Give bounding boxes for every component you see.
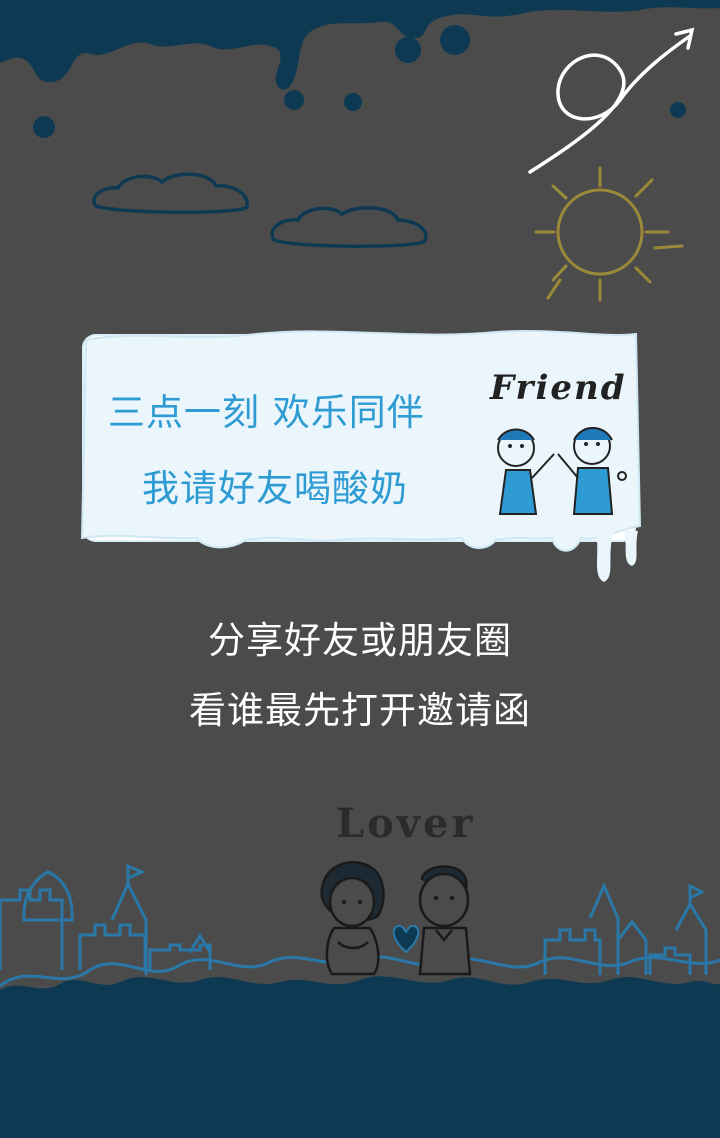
- couple-illustration: [320, 861, 472, 976]
- invitation-card: 三点一刻 欢乐同伴 我请好友喝酸奶 Friend: [80, 330, 642, 582]
- friend-sticker-text: Friend: [490, 368, 627, 408]
- bottom-ground: [0, 976, 720, 1138]
- lover-title: Lover: [336, 800, 476, 847]
- friends-illustration: [497, 427, 627, 515]
- arrow-loop-icon: [528, 27, 695, 174]
- card-title-line1: 三点一刻 欢乐同伴: [108, 391, 425, 434]
- share-instruction-line2: 看谁最先打开邀请函: [189, 689, 531, 732]
- sun-icon: [534, 166, 684, 302]
- card-title-line2: 我请好友喝酸奶: [142, 467, 408, 510]
- share-instruction-line1: 分享好友或朋友圈: [208, 619, 512, 662]
- heart-icon: [392, 924, 420, 954]
- cloud-icon: [92, 172, 428, 249]
- top-ink-drips: [0, 0, 720, 138]
